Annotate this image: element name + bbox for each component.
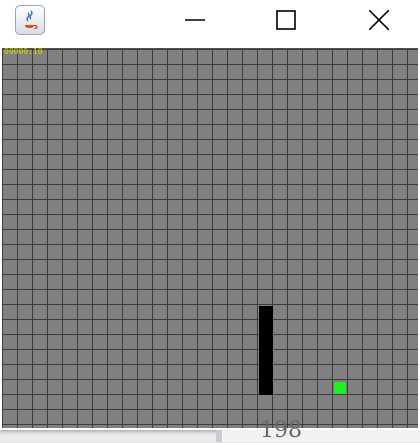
snake-body [259,306,273,395]
background-window-text: 198 [260,418,302,443]
background-window-edge: 198 [216,418,420,443]
java-coffee-cup-icon[interactable] [15,5,45,35]
minimize-button[interactable] [172,0,218,40]
maximize-icon [276,10,296,30]
game-window: 00000:10 [0,0,420,430]
game-board[interactable]: 00000:10 [2,47,418,428]
food-pellet [334,382,346,394]
maximize-button[interactable] [263,0,309,40]
title-bar[interactable] [0,0,420,46]
close-button[interactable] [356,0,402,40]
close-icon [369,10,389,30]
minimize-icon [185,19,205,21]
score-readout: 00000:10 [4,47,43,56]
